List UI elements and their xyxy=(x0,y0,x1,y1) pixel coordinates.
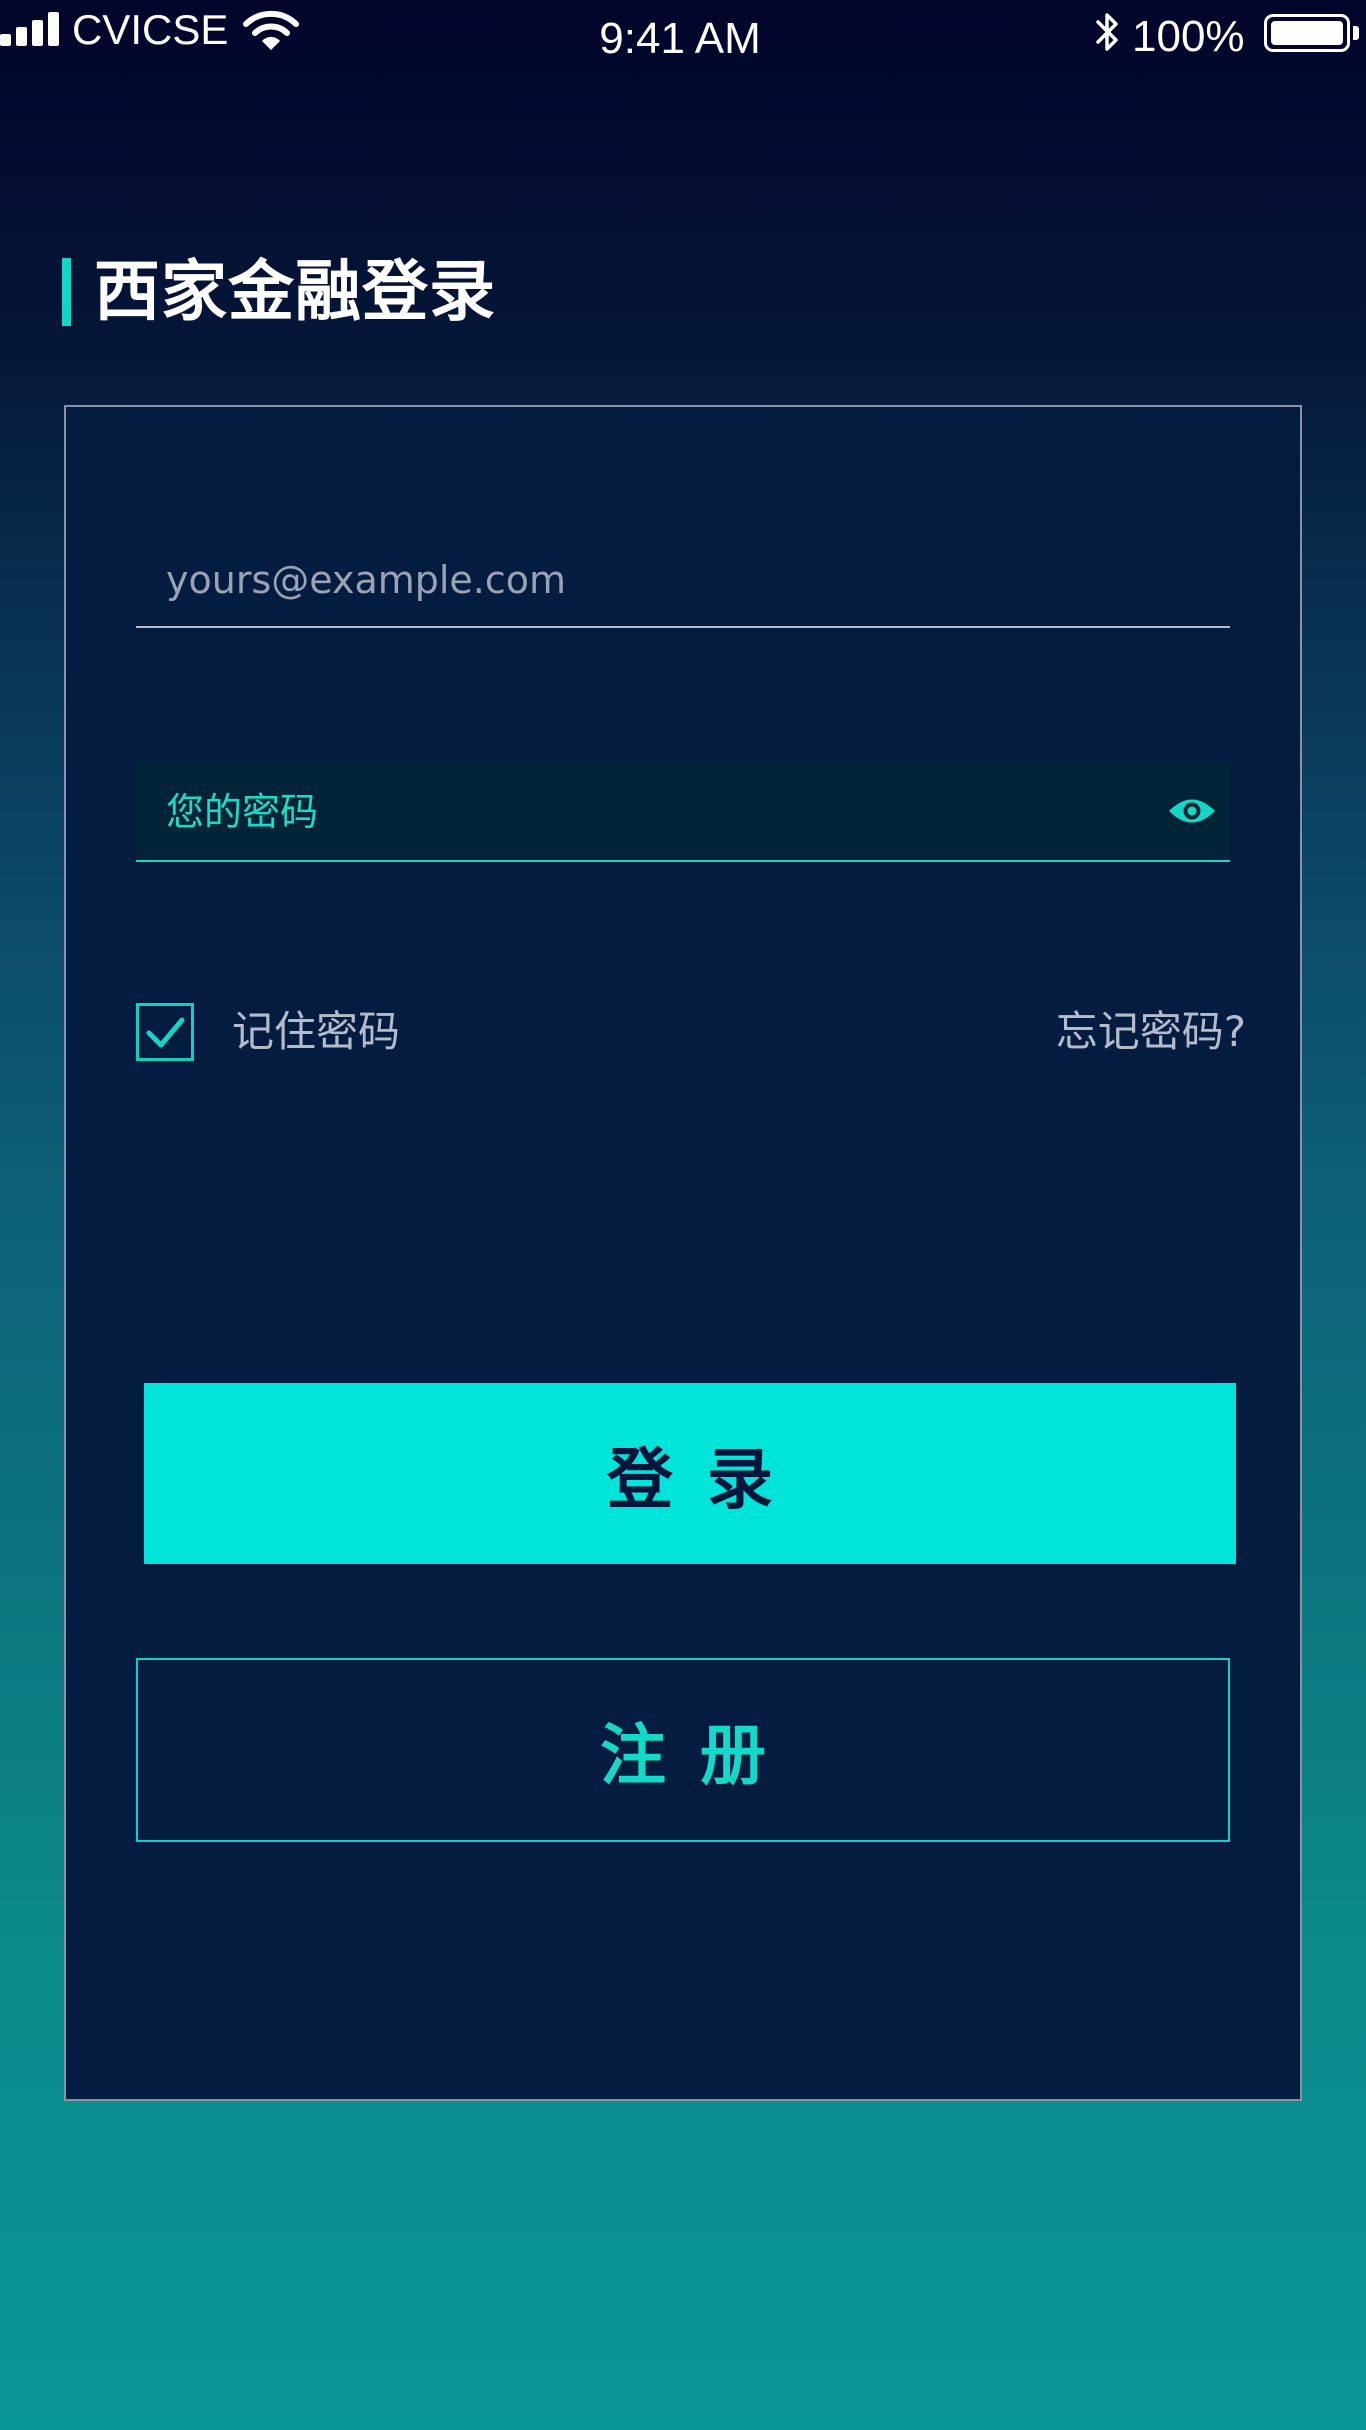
email-field[interactable] xyxy=(136,540,1230,628)
login-button[interactable]: 登录 xyxy=(144,1383,1236,1564)
password-field[interactable] xyxy=(136,762,1230,862)
title-accent-bar xyxy=(62,258,71,326)
remember-label[interactable]: 记住密码 xyxy=(232,1004,400,1060)
carrier-name: CVICSE xyxy=(72,6,229,53)
battery-nub xyxy=(1353,26,1359,40)
register-button[interactable]: 注册 xyxy=(136,1658,1230,1842)
signal-icon xyxy=(0,12,62,46)
battery-percent: 100% xyxy=(1132,12,1245,61)
checkmark-icon xyxy=(146,1017,185,1048)
status-time: 9:41 AM xyxy=(599,14,761,63)
status-bar: CVICSE 9:41 AM 100% xyxy=(0,0,1366,70)
login-card xyxy=(64,405,1302,2101)
eye-icon[interactable] xyxy=(1166,790,1218,832)
page-title: 西家金融登录 xyxy=(94,253,496,330)
bluetooth-icon xyxy=(1096,13,1118,51)
password-input[interactable] xyxy=(166,776,1126,848)
wifi-icon xyxy=(243,10,299,50)
email-input[interactable] xyxy=(166,544,1166,616)
battery-icon xyxy=(1264,14,1350,52)
remember-checkbox[interactable] xyxy=(136,1003,194,1061)
forgot-password-link[interactable]: 忘记密码? xyxy=(1056,1004,1246,1060)
